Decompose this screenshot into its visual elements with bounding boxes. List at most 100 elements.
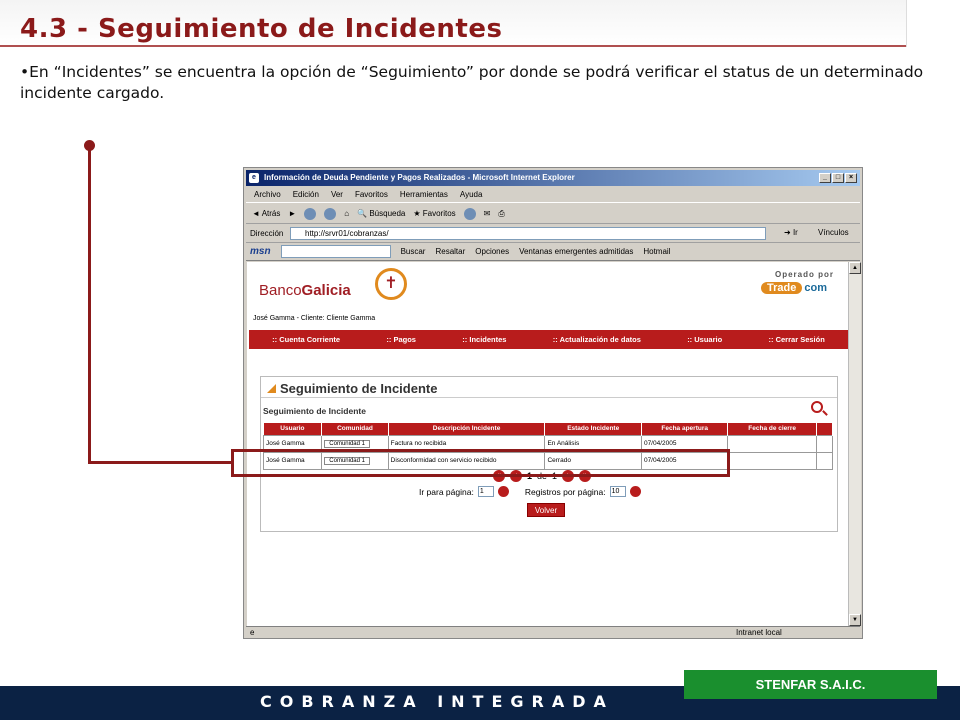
magnifier-icon[interactable] [811, 401, 823, 413]
ie-icon: e [249, 173, 259, 183]
col-estado: Estado Incidente [544, 423, 642, 435]
trade-label: Trade [761, 282, 803, 294]
goto-go-icon[interactable] [497, 486, 509, 497]
bank-name-a: Banco [259, 282, 302, 299]
callout-line-vertical [88, 146, 91, 464]
minimize-icon[interactable]: _ [819, 173, 831, 183]
goto-input[interactable] [477, 486, 494, 497]
scroll-up-icon[interactable]: ▲ [849, 262, 861, 274]
menu-ver[interactable]: Ver [331, 187, 343, 202]
title-bar: 4.3 - Seguimiento de Incidentes [0, 0, 960, 48]
forward-icon[interactable]: ► [288, 209, 296, 218]
per-page-label: Registros por página: [524, 486, 606, 497]
favorites-label: Favoritos [422, 209, 456, 218]
links-button[interactable]: Vínculos [818, 228, 849, 237]
menu-herramientas[interactable]: Herramientas [400, 187, 448, 202]
nav-usuario[interactable]: :: Usuario [687, 335, 722, 344]
nav-incidentes[interactable]: :: Incidentes [462, 335, 506, 344]
col-apertura: Fecha apertura [641, 423, 729, 435]
address-bar: Dirección http://srvr01/cobranzas/ ➜ Ir … [246, 225, 860, 243]
close-icon[interactable]: × [845, 173, 857, 183]
panel-divider [261, 397, 837, 398]
col-comunidad: Comunidad [321, 423, 389, 435]
msn-toolbar: msn Buscar Resaltar Opciones Ventanas em… [246, 243, 860, 261]
nav-cerrar-sesion[interactable]: :: Cerrar Sesión [769, 335, 825, 344]
table-header-row: Usuario Comunidad Descripción Incidente … [263, 423, 834, 435]
bank-name-b: Galicia [301, 282, 351, 299]
panel-title: Seguimiento de Incidente [267, 381, 437, 396]
slide: 4.3 - Seguimiento de Incidentes •En “Inc… [0, 0, 960, 720]
nav-pagos[interactable]: :: Pagos [386, 335, 416, 344]
corner-logo-box [906, 0, 960, 47]
msn-search-input[interactable] [280, 245, 391, 258]
address-label: Dirección [250, 229, 284, 238]
slide-title: 4.3 - Seguimiento de Incidentes [20, 14, 503, 44]
tradecom-logo: Trade com [761, 282, 829, 294]
search-button[interactable]: 🔍 Búsqueda [357, 209, 405, 218]
stop-icon[interactable] [304, 207, 317, 220]
toolbar: ◄ Atrás ► ⌂ 🔍 Búsqueda ★ Favoritos ✉ ⎙ [246, 204, 860, 224]
per-page-go-icon[interactable] [629, 486, 641, 497]
panel-subtitle: Seguimiento de Incidente [263, 406, 366, 416]
user-line: José Gamma - Cliente: Cliente Gamma [253, 315, 376, 322]
status-zone: Intranet local [736, 628, 782, 637]
back-label: Atrás [261, 209, 281, 218]
favorites-button[interactable]: ★ Favoritos [413, 209, 455, 218]
col-usuario: Usuario [263, 423, 323, 435]
volver-button[interactable]: Volver [527, 503, 565, 517]
go-button[interactable]: ➜ Ir [784, 228, 798, 237]
menu-favoritos[interactable]: Favoritos [355, 187, 388, 202]
home-icon[interactable]: ⌂ [344, 209, 349, 218]
page-status-icon: e [250, 628, 255, 637]
cell-cierre [727, 434, 817, 453]
browser-window: e Información de Deuda Pendiente y Pagos… [243, 167, 863, 639]
panel-title-text: Seguimiento de Incidente [280, 381, 438, 396]
comunidad-box: Comunidad 1 [324, 439, 370, 448]
cell-extra [815, 451, 834, 470]
page-viewport: BancoGalicia ✝ Operado por Trade com José… [247, 262, 848, 626]
title-divider [0, 45, 906, 47]
bank-logo: BancoGalicia [259, 282, 351, 299]
msn-search-button[interactable]: Buscar [401, 247, 426, 256]
back-button[interactable]: ◄ Atrás [252, 209, 280, 218]
msn-logo: msn [250, 246, 271, 257]
refresh-icon[interactable] [324, 207, 337, 220]
menu-ayuda[interactable]: Ayuda [460, 187, 483, 202]
history-icon[interactable] [463, 207, 476, 220]
menu-bar: Archivo Edición Ver Favoritos Herramient… [246, 187, 860, 203]
print-icon[interactable]: ⎙ [498, 209, 504, 219]
col-cierre: Fecha de cierre [727, 423, 817, 435]
site-nav: :: Cuenta Corriente :: Pagos :: Incident… [249, 330, 848, 349]
footer-text: COBRANZA INTEGRADA [260, 692, 614, 711]
company-badge: STENFAR S.A.I.C. [684, 670, 937, 699]
search-label: Búsqueda [369, 209, 406, 218]
mail-icon[interactable]: ✉ [484, 209, 491, 218]
maximize-icon[interactable]: □ [832, 173, 844, 183]
msn-hotmail-button[interactable]: Hotmail [643, 247, 670, 256]
cell-extra [815, 434, 834, 453]
scroll-down-icon[interactable]: ▼ [849, 614, 861, 626]
status-bar: e Intranet local [246, 626, 860, 638]
com-label: com [804, 282, 827, 294]
msn-popups-button[interactable]: Ventanas emergentes admitidas [519, 247, 633, 256]
panel-triangle-icon [267, 384, 276, 393]
goto-label: Ir para página: [419, 486, 474, 497]
goto-controls: Ir para página: Registros por página: [419, 486, 641, 497]
vertical-scrollbar[interactable]: ▲ ▼ [848, 262, 861, 626]
menu-archivo[interactable]: Archivo [254, 187, 281, 202]
msn-options-button[interactable]: Opciones [475, 247, 509, 256]
callout-line-horizontal [88, 461, 232, 464]
msn-highlight-button[interactable]: Resaltar [435, 247, 465, 256]
cell-cierre [727, 451, 817, 470]
col-extra [816, 423, 834, 435]
address-input[interactable]: http://srvr01/cobranzas/ [290, 227, 766, 240]
window-title: Información de Deuda Pendiente y Pagos R… [264, 173, 575, 182]
go-label: Ir [792, 228, 798, 237]
nav-cuenta-corriente[interactable]: :: Cuenta Corriente [272, 335, 340, 344]
intro-text: •En “Incidentes” se encuentra la opción … [20, 63, 924, 102]
menu-edicion[interactable]: Edición [293, 187, 319, 202]
per-page-input[interactable] [609, 486, 626, 497]
nav-actualizacion[interactable]: :: Actualización de datos [553, 335, 641, 344]
col-descripcion: Descripción Incidente [388, 423, 546, 435]
highlight-box [231, 449, 730, 477]
